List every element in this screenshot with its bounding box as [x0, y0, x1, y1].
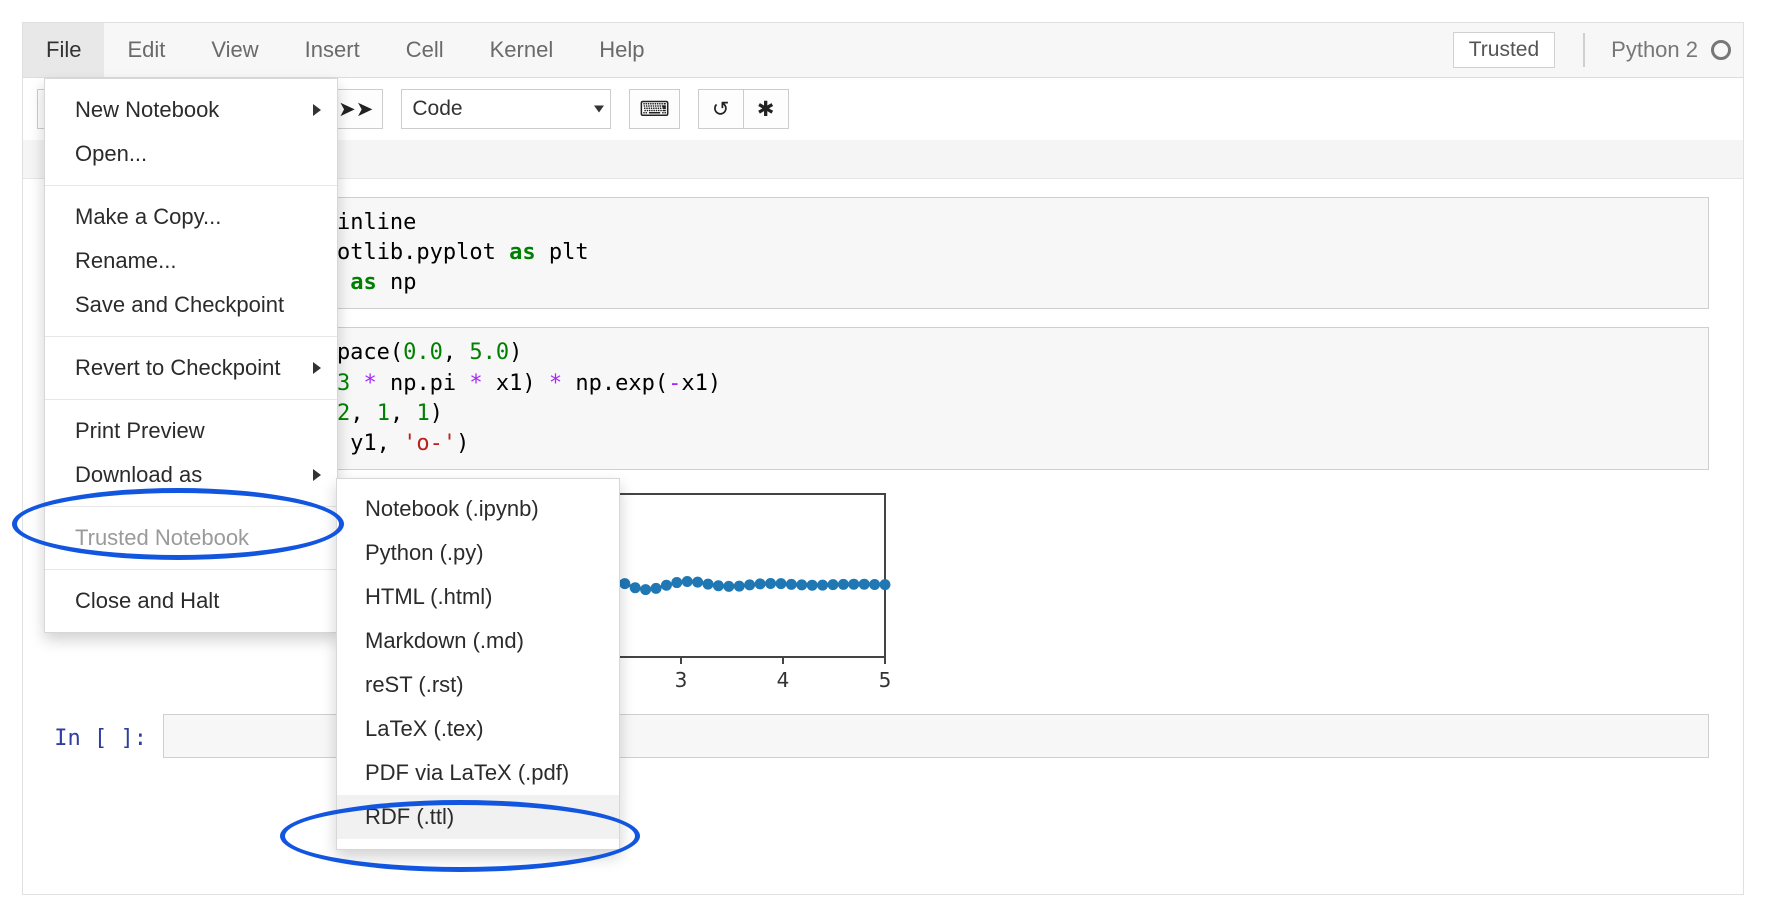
menu-cell-label: Cell: [405, 37, 444, 62]
snapshot-button[interactable]: ✱: [742, 89, 789, 129]
download-item-py[interactable]: Python (.py): [337, 531, 619, 575]
menu-item-label: Trusted Notebook: [75, 525, 250, 550]
menu-view[interactable]: View: [188, 23, 281, 77]
download-as-submenu: Notebook (.ipynb) Python (.py) HTML (.ht…: [336, 478, 620, 850]
svg-text:4: 4: [777, 668, 790, 692]
trusted-badge[interactable]: Trusted: [1452, 32, 1556, 68]
menu-separator: [45, 399, 337, 400]
menu-kernel-label: Kernel: [489, 37, 554, 62]
menu-item-open[interactable]: Open...: [45, 132, 337, 176]
download-item-md[interactable]: Markdown (.md): [337, 619, 619, 663]
menu-edit[interactable]: Edit: [104, 23, 188, 77]
menu-item-label: Download as: [75, 462, 203, 487]
menu-kernel[interactable]: Kernel: [467, 23, 577, 77]
history-clock-icon: ↺: [711, 97, 730, 121]
menu-help-label: Help: [599, 37, 645, 62]
keyboard-icon: ⌨: [639, 97, 670, 121]
menu-item-label: Open...: [75, 141, 148, 166]
menu-insert[interactable]: Insert: [282, 23, 383, 77]
download-item-label: Markdown (.md): [365, 628, 524, 653]
download-item-html[interactable]: HTML (.html): [337, 575, 619, 619]
chevron-down-icon: [594, 105, 605, 113]
download-item-pdf[interactable]: PDF via LaTeX (.pdf): [337, 751, 619, 795]
menu-file[interactable]: File: [23, 23, 105, 77]
download-item-label: LaTeX (.tex): [365, 716, 484, 741]
menu-separator: [45, 506, 337, 507]
menu-view-label: View: [211, 37, 259, 62]
x-axis-ticks: [680, 656, 886, 664]
download-item-label: PDF via LaTeX (.pdf): [365, 760, 570, 785]
menu-item-rename[interactable]: Rename...: [45, 239, 337, 283]
code-editor[interactable]: %matplotlib inline import matplotlib.pyp…: [163, 197, 1709, 310]
menubar-spacer: [667, 23, 1452, 77]
menu-item-save-and-checkpoint[interactable]: Save and Checkpoint: [45, 283, 337, 327]
cell-type-select[interactable]: Code: [401, 89, 612, 129]
menu-insert-label: Insert: [304, 37, 360, 62]
menubar: File Edit View Insert Cell Kernel Help T…: [22, 22, 1744, 78]
kernel-indicator[interactable]: Python 2: [1583, 33, 1731, 67]
code-editor[interactable]: x1 = np.linspace(0.0, 5.0) y1 = np.cos(3…: [163, 327, 1709, 470]
menu-separator: [45, 569, 337, 570]
svg-text:5: 5: [879, 668, 892, 692]
file-menu-dropdown: New Notebook Open... Make a Copy... Rena…: [44, 78, 338, 633]
menu-item-download-as[interactable]: Download as: [45, 453, 337, 497]
menu-item-new-notebook[interactable]: New Notebook: [45, 88, 337, 132]
jupyter-notebook-window: File Edit View Insert Cell Kernel Help T…: [0, 0, 1766, 915]
download-item-rst[interactable]: reST (.rst): [337, 663, 619, 707]
svg-text:3: 3: [675, 668, 688, 692]
download-item-label: RDF (.ttl): [365, 804, 455, 829]
menu-item-print-preview[interactable]: Print Preview: [45, 409, 337, 453]
download-item-label: reST (.rst): [365, 672, 464, 697]
menu-item-make-a-copy[interactable]: Make a Copy...: [45, 195, 337, 239]
menu-item-revert-to-checkpoint[interactable]: Revert to Checkpoint: [45, 346, 337, 390]
submenu-arrow-icon: [313, 104, 321, 116]
cell-type-value: Code: [412, 97, 463, 120]
empty-cell-prompt: In [ ]:: [54, 725, 147, 751]
kernel-idle-circle-icon: [1711, 40, 1731, 60]
download-item-ipynb[interactable]: Notebook (.ipynb): [337, 487, 619, 531]
menu-item-label: New Notebook: [75, 97, 220, 122]
menu-separator: [45, 185, 337, 186]
menu-item-label: Close and Halt: [75, 588, 220, 613]
empty-code-cell[interactable]: In [ ]:: [23, 713, 1743, 758]
download-item-label: Notebook (.ipynb): [365, 496, 539, 521]
download-item-ttl[interactable]: RDF (.ttl): [337, 795, 619, 839]
menu-item-label: Revert to Checkpoint: [75, 355, 281, 380]
history-button[interactable]: ↺: [697, 89, 744, 129]
command-palette-button[interactable]: ⌨: [629, 89, 680, 129]
menu-item-label: Save and Checkpoint: [75, 292, 285, 317]
download-item-label: Python (.py): [365, 540, 484, 565]
download-item-label: HTML (.html): [365, 584, 493, 609]
download-item-tex[interactable]: LaTeX (.tex): [337, 707, 619, 751]
submenu-arrow-icon: [313, 362, 321, 374]
menu-cell[interactable]: Cell: [383, 23, 467, 77]
menu-separator: [45, 336, 337, 337]
menu-item-close-and-halt[interactable]: Close and Halt: [45, 579, 337, 623]
menu-item-label: Rename...: [75, 248, 177, 273]
kernel-name-label: Python 2: [1611, 37, 1698, 62]
menu-help[interactable]: Help: [576, 23, 667, 77]
menu-file-label: File: [46, 37, 82, 62]
x-axis-tick-labels: 3 4 5: [675, 668, 892, 692]
menu-item-label: Print Preview: [75, 418, 205, 443]
menu-item-trusted-notebook: Trusted Notebook: [45, 516, 337, 560]
submenu-arrow-icon: [313, 469, 321, 481]
fast-forward-icon: ➤➤: [338, 97, 374, 121]
toolbar-group-keyboard: ⌨: [629, 89, 680, 129]
toolbar-group-extras: ↺ ✱: [697, 89, 789, 129]
menu-item-label: Make a Copy...: [75, 204, 222, 229]
asterisk-icon: ✱: [756, 97, 775, 121]
menu-edit-label: Edit: [127, 37, 166, 62]
